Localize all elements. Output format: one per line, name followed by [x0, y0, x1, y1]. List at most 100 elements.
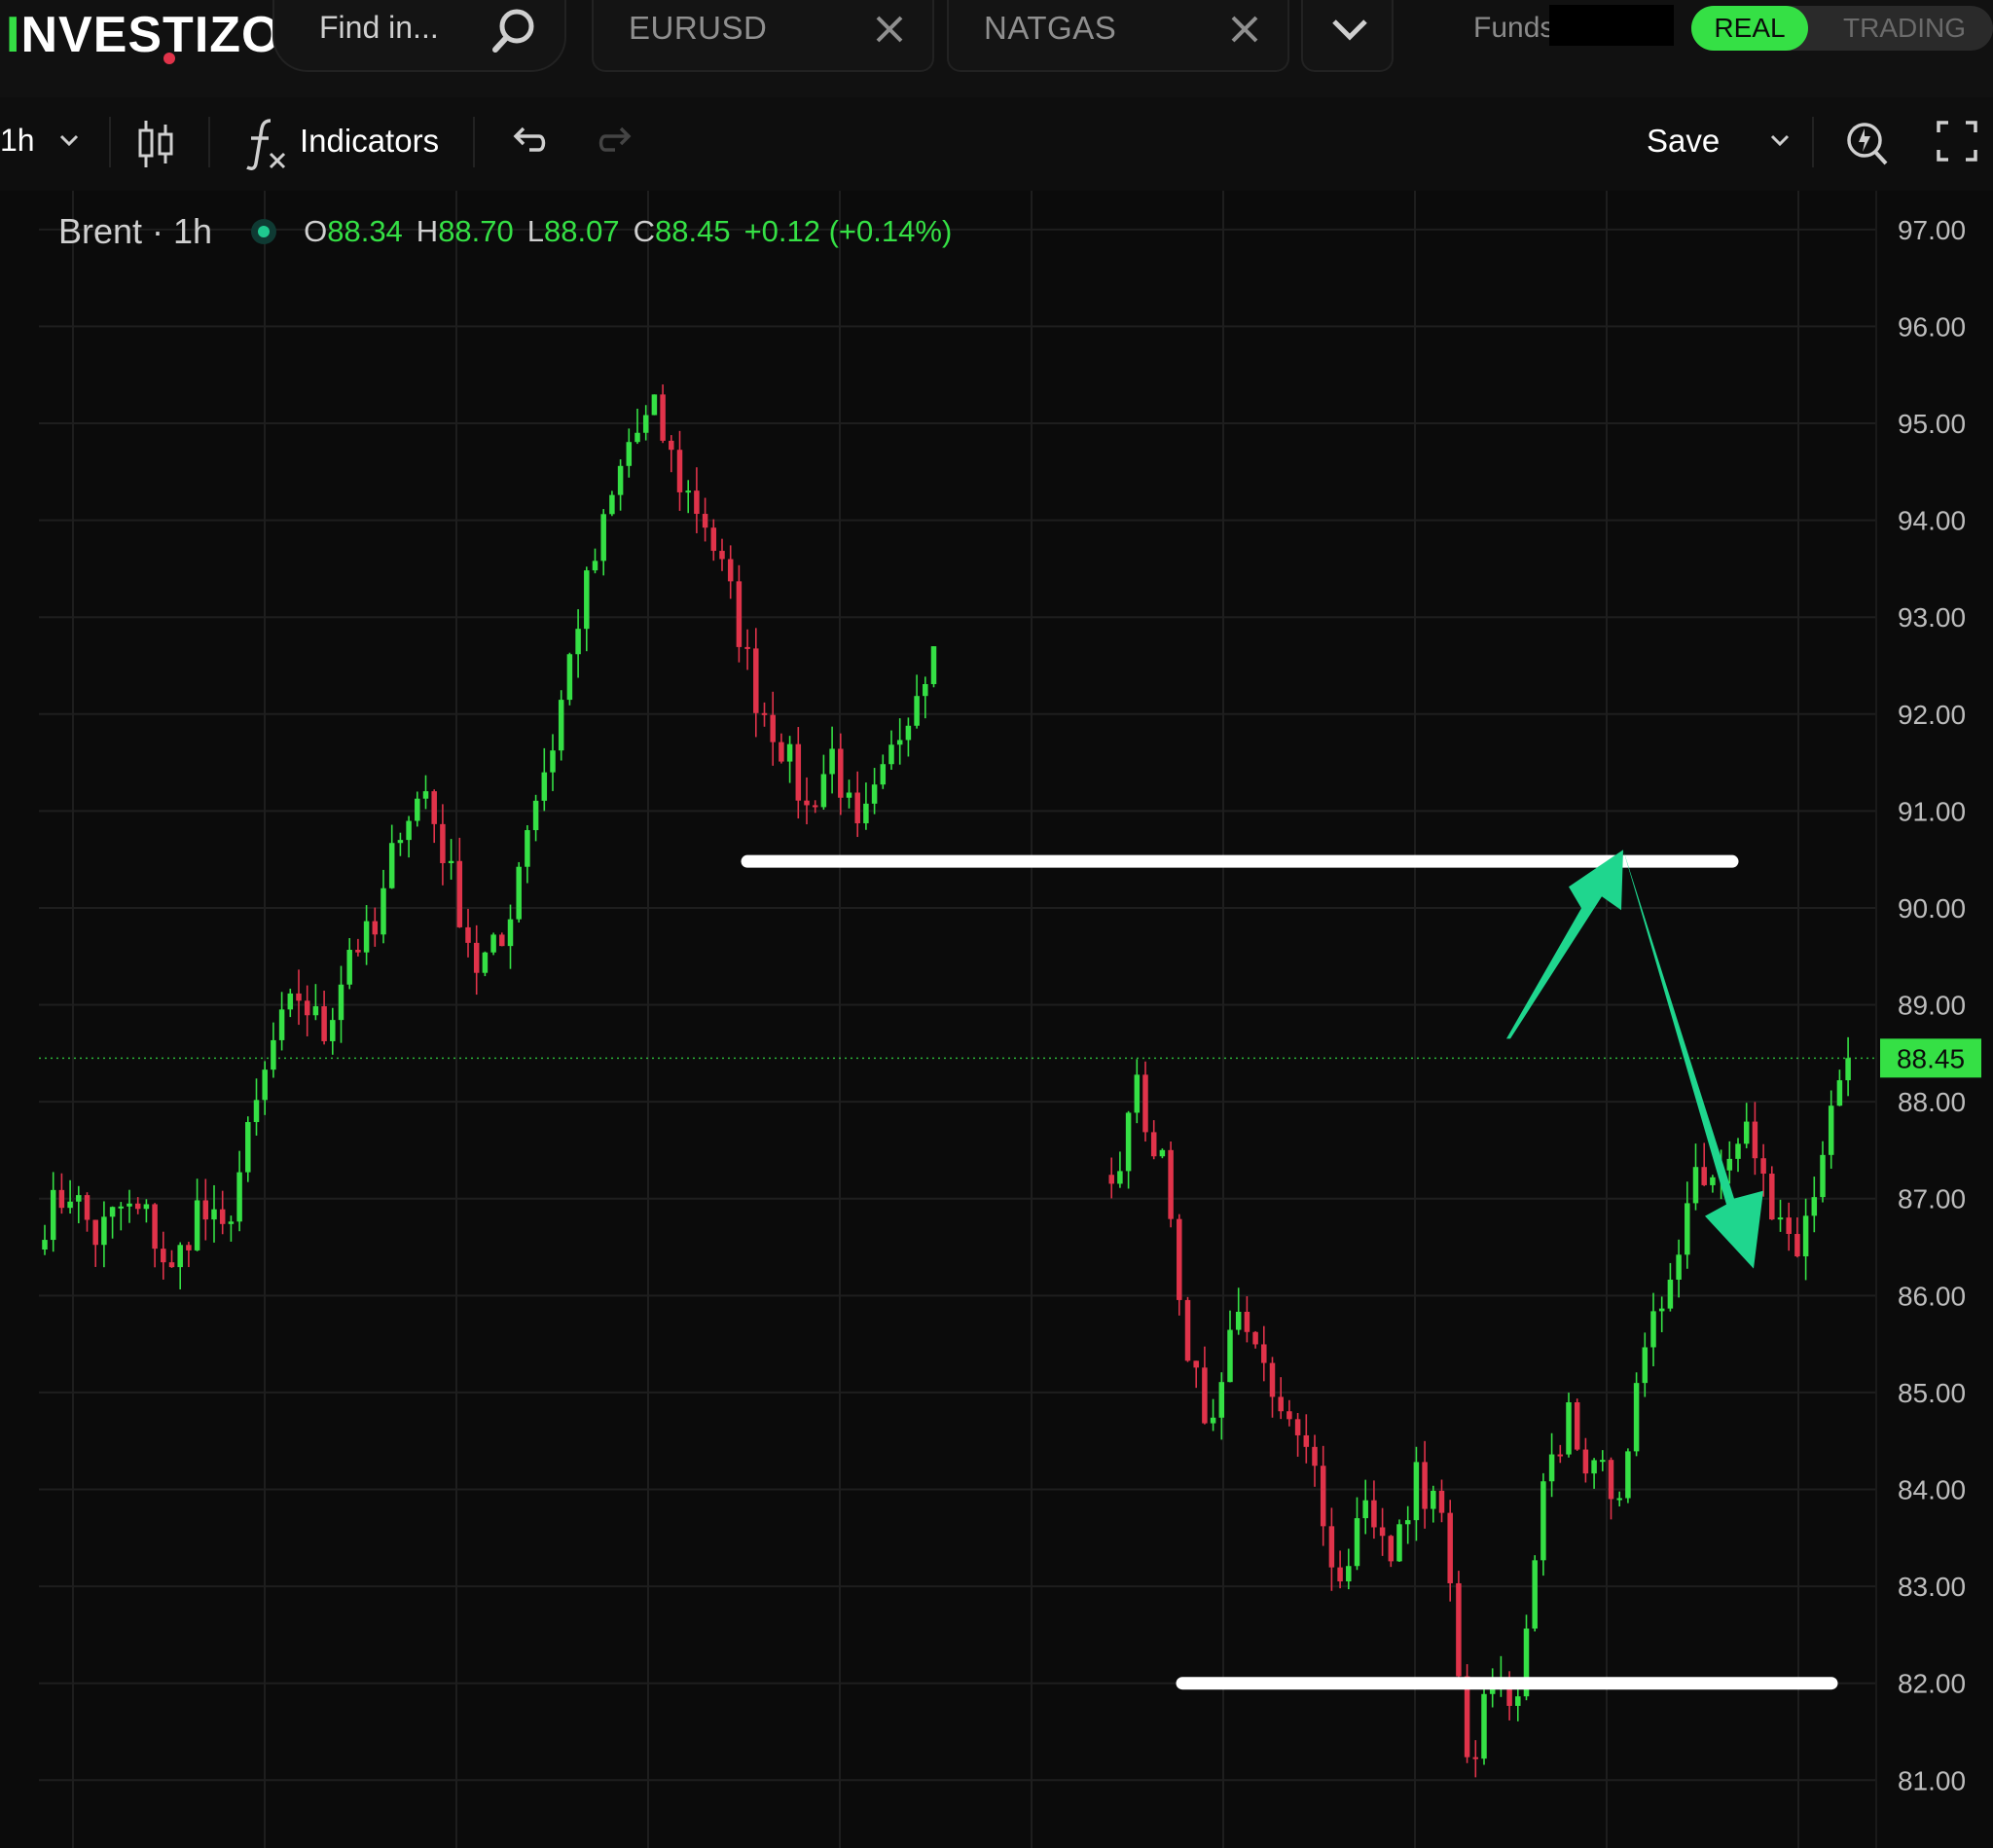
candle-body	[914, 696, 920, 726]
candle-body	[296, 993, 302, 1001]
candle-body	[1777, 1217, 1784, 1220]
candle-body	[1786, 1217, 1792, 1234]
candle-body	[651, 394, 658, 416]
candle-body	[1802, 1215, 1809, 1257]
candle-body	[575, 629, 581, 655]
candle-body	[58, 1189, 65, 1209]
legend-low: 88.07	[544, 214, 620, 248]
candle-body	[312, 1006, 319, 1016]
candle-body	[507, 919, 514, 947]
candle-body	[1431, 1490, 1436, 1509]
tabs-dropdown-button[interactable]	[1301, 0, 1394, 72]
candle-body	[1735, 1143, 1741, 1159]
candle-body	[134, 1203, 141, 1210]
candle-body	[321, 1006, 327, 1041]
legend-open-key: O	[304, 214, 328, 248]
candle-body	[702, 514, 708, 528]
candle-body	[1828, 1105, 1834, 1155]
candle-body	[617, 465, 624, 495]
candle-body	[287, 993, 294, 1010]
price-axis-tick-label: 86.00	[1898, 1281, 1966, 1311]
candle-body	[1701, 1167, 1707, 1185]
save-button[interactable]: Save	[1647, 123, 1720, 160]
candle-body	[67, 1201, 73, 1209]
candle-body	[380, 888, 386, 935]
price-axis-tick-label: 81.00	[1898, 1765, 1966, 1795]
candle-body	[710, 527, 717, 552]
toolbar-divider	[1812, 117, 1814, 167]
search-icon[interactable]	[485, 2, 543, 60]
candle-body	[1413, 1462, 1420, 1521]
indicators-fx-icon[interactable]	[245, 115, 292, 173]
candle-body	[1303, 1434, 1310, 1447]
candle-body	[1404, 1520, 1411, 1525]
symbol-search[interactable]: Find in...	[272, 0, 566, 72]
candle-body	[888, 744, 894, 765]
candle-body	[516, 866, 522, 920]
candle-body	[1836, 1080, 1843, 1106]
candle-body	[846, 792, 852, 798]
interval-selector[interactable]: 1h	[0, 123, 35, 159]
price-axis-tick-label: 92.00	[1898, 700, 1966, 730]
candle-body	[1320, 1466, 1326, 1527]
top-bar: INVESTIZO Find in... EURUSD NATGAS Funds…	[0, 0, 1993, 97]
fullscreen-icon[interactable]	[1935, 119, 1979, 163]
candlestick-chart-type-icon[interactable]	[136, 119, 175, 169]
price-chart[interactable]: 97.00 96.00 95.00 94.00 93.00 92.00 91.00 90.00…	[0, 191, 1993, 1848]
price-axis-tick-label: 83.00	[1898, 1572, 1966, 1602]
price-axis-tick-label: 95.00	[1898, 409, 1966, 439]
candle-body	[626, 442, 633, 466]
legend-change: +0.12 (+0.14%)	[743, 214, 953, 248]
tab-natgas[interactable]: NATGAS	[947, 0, 1289, 72]
candle-body	[541, 772, 548, 801]
candle-body	[1726, 1158, 1733, 1171]
brand-logo[interactable]: INVESTIZO	[6, 6, 281, 64]
indicators-button[interactable]: Indicators	[300, 123, 439, 160]
search-input[interactable]: Find in...	[319, 10, 439, 46]
undo-icon[interactable]	[508, 121, 549, 162]
logo-down-arrow-icon	[163, 53, 175, 64]
toolbar-divider	[208, 117, 210, 167]
candle-body	[1177, 1218, 1182, 1300]
candle-body	[1269, 1362, 1276, 1397]
candle-body	[415, 798, 420, 821]
real-mode-button[interactable]: REAL	[1691, 6, 1808, 51]
chevron-down-icon[interactable]	[58, 132, 80, 148]
account-mode-toggle[interactable]: REAL TRADING	[1691, 6, 1993, 51]
candle-body	[219, 1209, 226, 1224]
close-icon[interactable]	[1227, 12, 1262, 47]
candle-body	[330, 1020, 336, 1041]
candle-body	[1227, 1329, 1233, 1383]
candle-body	[1294, 1419, 1301, 1435]
trading-mode-button[interactable]: TRADING	[1822, 6, 1987, 51]
candle-body	[1379, 1527, 1386, 1537]
chevron-down-icon[interactable]	[1769, 132, 1791, 148]
quick-search-zoom-icon[interactable]	[1843, 115, 1892, 169]
candle-body	[338, 984, 344, 1021]
candle-body	[1328, 1526, 1335, 1568]
candle-body	[262, 1069, 268, 1101]
candle-body	[566, 654, 573, 701]
candle-body	[770, 714, 776, 743]
redo-icon[interactable]	[596, 121, 636, 162]
close-icon[interactable]	[872, 12, 907, 47]
candle-body	[1286, 1411, 1292, 1420]
candle-body	[1515, 1696, 1521, 1706]
candle-body	[609, 494, 615, 515]
candle-body	[812, 805, 818, 808]
candle-body	[278, 1009, 285, 1040]
legend-open: 88.34	[327, 214, 403, 248]
candle-body	[1616, 1498, 1622, 1501]
candle-body	[236, 1172, 242, 1222]
candle-body	[1117, 1171, 1123, 1184]
candle-body	[905, 725, 912, 741]
candle-body	[1650, 1311, 1656, 1348]
candle-body	[1685, 1203, 1690, 1255]
candle-body	[1168, 1149, 1174, 1219]
candle-body	[753, 648, 759, 713]
candle-body	[558, 700, 564, 751]
down-arrow-drawing[interactable]	[1623, 850, 1763, 1269]
candle-body	[779, 742, 784, 762]
tab-eurusd[interactable]: EURUSD	[592, 0, 934, 72]
candlestick-chart-canvas[interactable]: 97.00 96.00 95.00 94.00 93.00 92.00 91.00 90.00…	[0, 191, 1993, 1848]
